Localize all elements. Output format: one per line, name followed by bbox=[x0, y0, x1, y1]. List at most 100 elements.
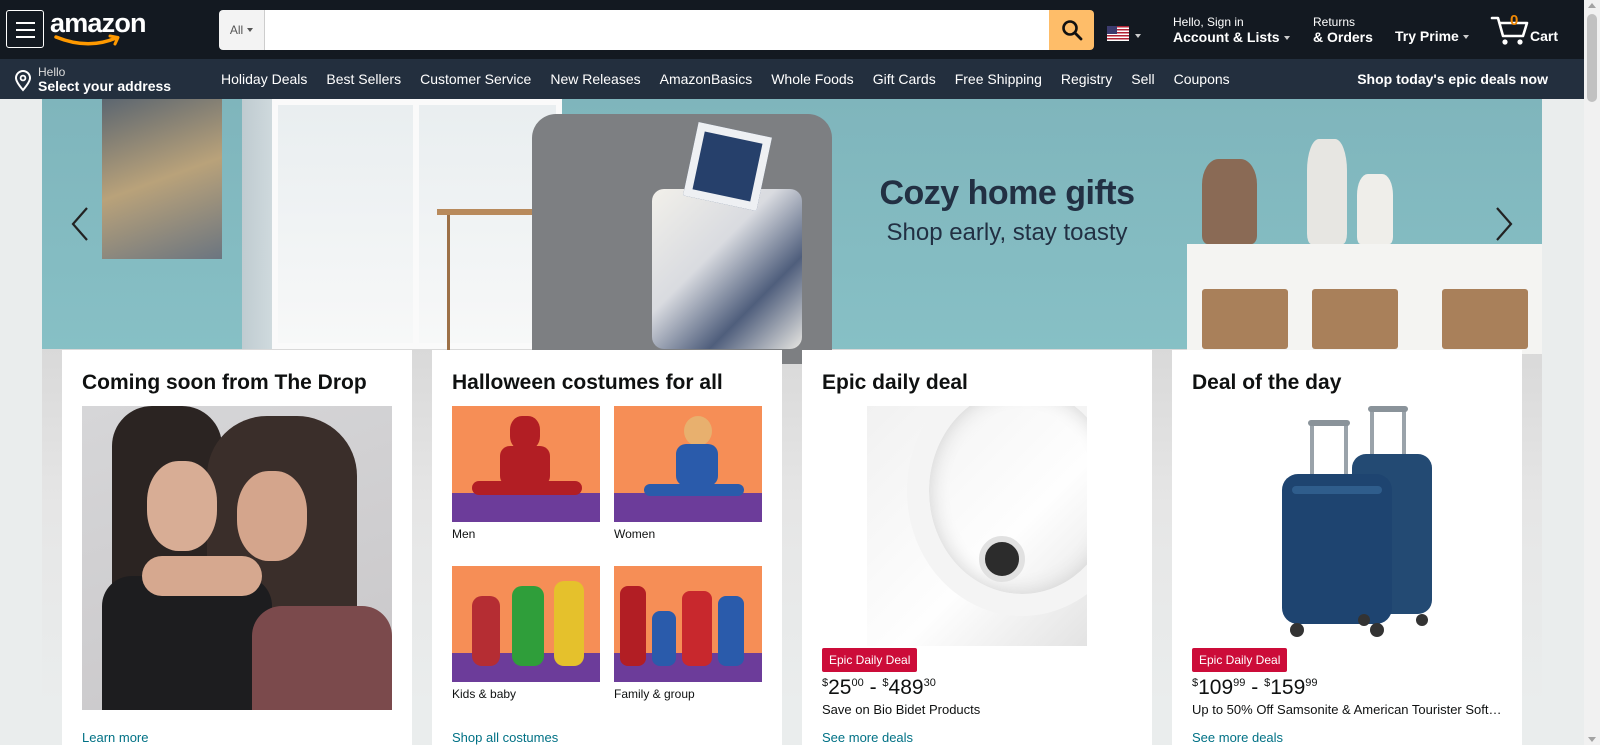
card-title: Deal of the day bbox=[1192, 371, 1342, 394]
card-the-drop: Coming soon from The Drop Learn more bbox=[62, 350, 412, 745]
us-flag-icon[interactable] bbox=[1107, 26, 1129, 41]
hero-vase bbox=[1357, 174, 1393, 244]
top-nav: amazon All Hello, Sign in Account & List… bbox=[0, 0, 1584, 59]
subnav-link-amazonbasics[interactable]: AmazonBasics bbox=[660, 71, 753, 87]
card-epic-daily-deal: Epic daily deal Epic Daily Deal $2500 - … bbox=[802, 350, 1152, 745]
search-category-label: All bbox=[229, 23, 244, 37]
scroll-down-icon[interactable] bbox=[1588, 737, 1596, 742]
hero-basket bbox=[1202, 289, 1288, 349]
logo-smile-icon bbox=[54, 34, 120, 46]
deal-description[interactable]: Up to 50% Off Samsonite & American Touri… bbox=[1192, 702, 1502, 717]
hero-blanket bbox=[652, 189, 802, 349]
caret-down-icon bbox=[1462, 35, 1469, 40]
costume-image-men bbox=[452, 406, 600, 522]
menu-icon[interactable] bbox=[6, 10, 44, 48]
sub-nav: Hello Select your address Holiday Deals … bbox=[0, 59, 1584, 99]
subnav-link-free-shipping[interactable]: Free Shipping bbox=[955, 71, 1042, 87]
hero-vase bbox=[1307, 139, 1347, 244]
subnav-link-best-sellers[interactable]: Best Sellers bbox=[326, 71, 401, 87]
subnav-link-new-releases[interactable]: New Releases bbox=[550, 71, 640, 87]
hero-basket bbox=[1442, 289, 1528, 349]
face-shape bbox=[237, 471, 307, 561]
account-menu[interactable]: Hello, Sign in Account & Lists bbox=[1173, 15, 1290, 45]
search-input[interactable] bbox=[265, 10, 1049, 50]
face-shape bbox=[147, 461, 217, 551]
card-halloween: Halloween costumes for all Men Women Kid… bbox=[432, 350, 782, 745]
the-drop-image[interactable] bbox=[82, 406, 392, 710]
hero-pillow bbox=[683, 122, 772, 211]
see-more-deals-link[interactable]: See more deals bbox=[1192, 730, 1283, 745]
deal-badge: Epic Daily Deal bbox=[1192, 648, 1288, 672]
costume-label: Men bbox=[452, 527, 476, 541]
subnav-link-customer-service[interactable]: Customer Service bbox=[420, 71, 531, 87]
costume-label: Women bbox=[614, 527, 656, 541]
hero-subtitle: Shop early, stay toasty bbox=[886, 219, 1128, 246]
card-title: Halloween costumes for all bbox=[452, 371, 723, 394]
costume-tile-men[interactable]: Men bbox=[452, 406, 600, 541]
hero-text: Cozy home gifts Shop early, stay toasty bbox=[842, 174, 1172, 247]
scroll-thumb[interactable] bbox=[1587, 14, 1597, 102]
costume-label: Kids & baby bbox=[452, 687, 517, 701]
arm-shape bbox=[142, 556, 262, 596]
search-category-dropdown[interactable]: All bbox=[219, 10, 265, 50]
deal-badge: Epic Daily Deal bbox=[822, 648, 918, 672]
chevron-right-icon[interactable] bbox=[1487, 204, 1517, 244]
luggage-product-image[interactable] bbox=[1252, 406, 1452, 646]
scroll-up-icon[interactable] bbox=[1588, 3, 1596, 8]
bidet-product-image[interactable] bbox=[867, 406, 1087, 646]
returns-line1: Returns bbox=[1313, 15, 1356, 29]
shop-all-costumes-link[interactable]: Shop all costumes bbox=[452, 730, 558, 745]
hero-vase bbox=[1202, 159, 1257, 244]
address-greeting: Hello bbox=[38, 65, 66, 79]
deal-description[interactable]: Save on Bio Bidet Products bbox=[822, 702, 1132, 717]
subnav-link-gift-cards[interactable]: Gift Cards bbox=[873, 71, 936, 87]
account-greeting: Hello, Sign in bbox=[1173, 15, 1244, 29]
chevron-left-icon[interactable] bbox=[67, 204, 97, 244]
returns-line2: & Orders bbox=[1313, 29, 1373, 45]
knob-shape bbox=[979, 536, 1025, 582]
cart-button[interactable]: 0 Cart bbox=[1490, 12, 1570, 48]
clothing-shape bbox=[252, 606, 392, 710]
search-bar: All bbox=[219, 10, 1094, 50]
costume-image-women bbox=[614, 406, 762, 522]
language-caret-icon[interactable] bbox=[1135, 34, 1141, 38]
page-scrollbar[interactable] bbox=[1584, 0, 1600, 745]
subnav-link-sell[interactable]: Sell bbox=[1131, 71, 1154, 87]
location-pin-icon bbox=[14, 70, 32, 92]
see-more-deals-link[interactable]: See more deals bbox=[822, 730, 913, 745]
seat-shape bbox=[907, 406, 1087, 616]
price-range: $10999 - $15999 bbox=[1192, 676, 1318, 699]
subnav-link-holiday-deals[interactable]: Holiday Deals bbox=[221, 71, 307, 87]
address-label: Select your address bbox=[38, 78, 172, 94]
caret-down-icon bbox=[247, 28, 254, 32]
hero-wall-art bbox=[102, 99, 222, 259]
subnav-link-registry[interactable]: Registry bbox=[1061, 71, 1112, 87]
subnav-link-whole-foods[interactable]: Whole Foods bbox=[771, 71, 853, 87]
caret-down-icon bbox=[1283, 36, 1290, 41]
costume-image-family bbox=[614, 566, 762, 682]
costume-label: Family & group bbox=[614, 687, 695, 701]
promo-link[interactable]: Shop today's epic deals now bbox=[1357, 71, 1548, 87]
account-label: Account & Lists bbox=[1173, 29, 1290, 45]
clothing-shape bbox=[102, 576, 272, 710]
costume-tile-kids[interactable]: Kids & baby bbox=[452, 566, 600, 701]
card-title: Coming soon from The Drop bbox=[82, 371, 367, 394]
costume-tile-women[interactable]: Women bbox=[614, 406, 762, 541]
price-range: $2500 - $48930 bbox=[822, 676, 936, 699]
card-deal-of-the-day: Deal of the day Epic Daily Deal $10999 -… bbox=[1172, 350, 1522, 745]
amazon-logo[interactable]: amazon bbox=[50, 8, 150, 48]
returns-orders-link[interactable]: Returns & Orders bbox=[1313, 15, 1373, 45]
hero-title: Cozy home gifts bbox=[879, 174, 1135, 212]
cart-label: Cart bbox=[1530, 28, 1559, 44]
subnav-link-coupons[interactable]: Coupons bbox=[1174, 71, 1230, 87]
search-button[interactable] bbox=[1049, 10, 1094, 50]
hero-basket bbox=[1312, 289, 1398, 349]
card-title: Epic daily deal bbox=[822, 371, 968, 394]
cart-count: 0 bbox=[1510, 12, 1519, 29]
search-icon bbox=[1061, 20, 1082, 41]
costume-image-kids bbox=[452, 566, 600, 682]
learn-more-link[interactable]: Learn more bbox=[82, 730, 148, 745]
costume-tile-family[interactable]: Family & group bbox=[614, 566, 762, 701]
try-prime-menu[interactable]: Try Prime bbox=[1395, 28, 1469, 44]
subnav-links: Holiday Deals Best Sellers Customer Serv… bbox=[221, 59, 1230, 99]
